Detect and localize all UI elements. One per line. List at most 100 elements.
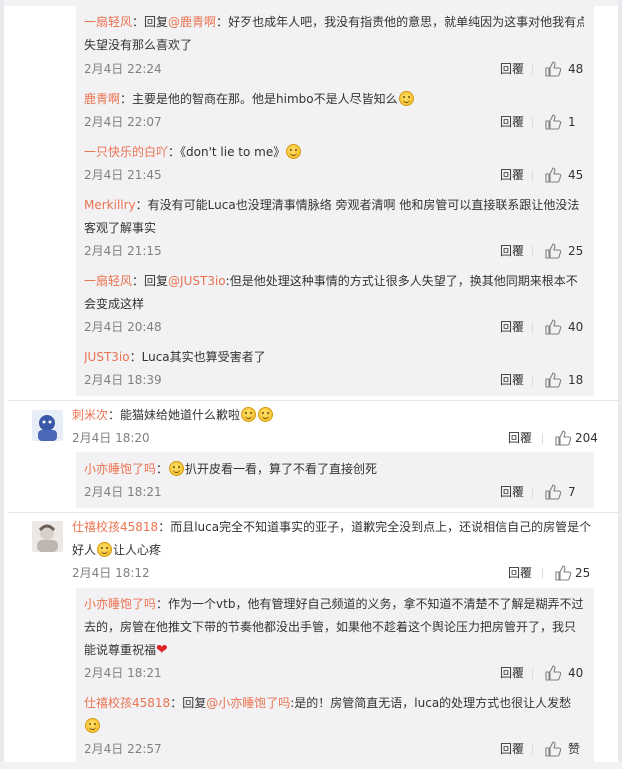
reply-username[interactable]: 鹿青啊 [84, 92, 120, 106]
reply-button[interactable]: 回覆 [500, 739, 524, 759]
comment-thread-page: 一扇轻风：回复@鹿青啊：好歹也成年人吧，我没有指责他的意思，就单纯因为这事对他我… [0, 0, 622, 769]
reply-meta: 2月4日 18:21 回覆 40 [84, 663, 584, 683]
divider [532, 744, 533, 755]
divider [532, 668, 533, 679]
like-count: 1 [568, 115, 576, 129]
like-count: 7 [568, 485, 576, 499]
comment-username[interactable]: 刺米次 [72, 408, 108, 422]
divider [532, 246, 533, 257]
reply-text-line: 鹿青啊：主要是他的智商在那。他是himbo不是人尽皆知么 [84, 88, 584, 111]
comment-separator [8, 512, 618, 513]
thumbs-up-icon[interactable] [544, 371, 562, 389]
laugh-cry-emoji-icon [85, 718, 100, 733]
reply-prefix: 回复 [144, 15, 169, 29]
like-count: 40 [568, 320, 584, 334]
reply-text: 有没有可能Luca也没理清事情脉络 旁观者清啊 他和房管可以直接联系跟让他没法 [147, 198, 580, 212]
reply-text-line: 客观了解事实 [84, 217, 584, 240]
thumbs-up-icon[interactable] [544, 166, 562, 184]
reply-text: 好歹也成年人吧，我没有指责他的意思，就单纯因为这事对他我有点 [228, 15, 584, 29]
timestamp: 2月4日 21:45 [84, 168, 162, 182]
pleading-emoji-icon [241, 407, 257, 422]
mention-link[interactable]: @小亦睡饱了吗 [206, 696, 290, 710]
like-count: 48 [568, 62, 584, 76]
reply-text: 会变成这样 [84, 297, 145, 311]
reply-text-line: 一只快乐的白吖：《don't lie to me》 [84, 141, 584, 164]
reply-meta: 2月4日 22:57 回覆 赞 [84, 739, 584, 759]
reply-text-line: 一扇轻风：回复@鹿青啊：好歹也成年人吧，我没有指责他的意思，就单纯因为这事对他我… [84, 11, 584, 34]
mention-link[interactable]: @鹿青啊 [168, 15, 216, 29]
reply-button[interactable]: 回覆 [508, 428, 532, 448]
comment-username[interactable]: 仕禧校孩45818 [72, 520, 158, 534]
comment-text-line: 好人 让人心疼 [72, 539, 592, 562]
reply-button[interactable]: 回覆 [500, 59, 524, 79]
reply-text: 扒开皮看一看，算了不看了直接创死 [185, 462, 378, 476]
comment-text: 让人心疼 [113, 543, 162, 557]
heart-emoji-icon: ❤ [156, 642, 168, 658]
reply-username[interactable]: 一扇轻风 [84, 274, 132, 288]
pleading-emoji-icon [258, 407, 274, 422]
divider [532, 170, 533, 181]
divider [532, 487, 533, 498]
divider [532, 64, 533, 75]
reply-button[interactable]: 回覆 [500, 241, 524, 261]
reply-text-line: 小亦睡饱了吗：作为一个vtb，他有管理好自己频道的义务，拿不知道不清楚不了解是糊… [84, 597, 584, 611]
reply-button[interactable]: 回覆 [500, 317, 524, 337]
like-count: 赞 [568, 742, 581, 756]
reply-button[interactable]: 回覆 [500, 112, 524, 132]
reply-meta: 2月4日 20:48 回覆 40 [84, 317, 584, 337]
reply-username[interactable]: 小亦睡饱了吗 [84, 462, 156, 476]
timestamp: 2月4日 18:39 [84, 373, 162, 387]
comment-meta: 2月4日 18:20 回覆 204 [72, 428, 598, 448]
reply-text-line: 能说尊重祝福❤ [84, 639, 584, 662]
reply-meta: 2月4日 18:39 回覆 18 [84, 370, 584, 390]
avatar[interactable] [32, 410, 63, 441]
like-count: 204 [575, 431, 598, 445]
thumbs-up-icon[interactable] [544, 740, 562, 758]
reply-text: 但是他处理这种事情的方式让很多人失望了，换其他同期来根本不 [229, 274, 578, 288]
reply-text: Luca其实也算受害者了 [141, 350, 266, 364]
reply-text: 去的，房管在他推文下带的节奏他都没出手管，如果他不趁着这个舆论压力把房管开了，我… [84, 620, 577, 634]
reply-text-line: 会变成这样 [84, 293, 584, 316]
reply-text: 客观了解事实 [84, 221, 157, 235]
thumbs-up-icon[interactable] [544, 318, 562, 336]
thumbs-up-icon[interactable] [554, 564, 572, 582]
reply-prefix: 回复 [182, 696, 207, 710]
reply-meta: 2月4日 18:21 回覆 7 [84, 482, 584, 502]
reply-meta: 2月4日 22:24 回覆 48 [84, 59, 584, 79]
timestamp: 2月4日 22:57 [84, 742, 162, 756]
reply-text-line: 去的，房管在他推文下带的节奏他都没出手管，如果他不趁着这个舆论压力把房管开了，我… [84, 616, 584, 639]
thumbs-up-icon[interactable] [554, 429, 572, 447]
reply-text: 失望没有那么喜欢了 [84, 38, 193, 52]
reply-button[interactable]: 回覆 [508, 563, 532, 583]
thumbs-up-icon[interactable] [544, 60, 562, 78]
reply-button[interactable]: 回覆 [500, 663, 524, 683]
comment-meta: 2月4日 18:12 回覆 25 [72, 563, 594, 583]
reply-text: 《don't lie to me》 [180, 145, 286, 159]
divider [542, 433, 543, 444]
reply-button[interactable]: 回覆 [500, 165, 524, 185]
divider [532, 375, 533, 386]
timestamp: 2月4日 18:21 [84, 666, 162, 680]
thumbs-up-icon[interactable] [544, 483, 562, 501]
thumbs-up-icon[interactable] [544, 242, 562, 260]
reply-username[interactable]: JUST3io [84, 350, 130, 364]
avatar[interactable] [32, 521, 63, 552]
reply-text-line: 仕禧校孩45818：回复@小亦睡饱了吗:是的！房管简直无语，luca的处理方式也… [84, 696, 572, 710]
reply-meta: 2月4日 22:07 回覆 1 [84, 112, 584, 132]
reply-username[interactable]: 仕禧校孩45818 [84, 696, 170, 710]
like-count: 25 [575, 566, 591, 580]
reply-button[interactable]: 回覆 [500, 482, 524, 502]
reply-username[interactable]: Merkillry [84, 198, 136, 212]
reply-username[interactable]: 一只快乐的白吖 [84, 145, 168, 159]
reply-username[interactable]: 小亦睡饱了吗 [84, 597, 156, 611]
reply-text: 能说尊重祝福 [84, 643, 157, 657]
thumbs-up-icon[interactable] [544, 664, 562, 682]
timestamp: 2月4日 18:20 [72, 431, 150, 445]
reply-button[interactable]: 回覆 [500, 370, 524, 390]
timestamp: 2月4日 22:07 [84, 115, 162, 129]
mention-link[interactable]: @JUST3io [168, 274, 226, 288]
like-count: 45 [568, 168, 584, 182]
thumbs-up-icon[interactable] [544, 113, 562, 131]
smile-emoji-icon [286, 144, 302, 159]
reply-username[interactable]: 一扇轻风 [84, 15, 132, 29]
